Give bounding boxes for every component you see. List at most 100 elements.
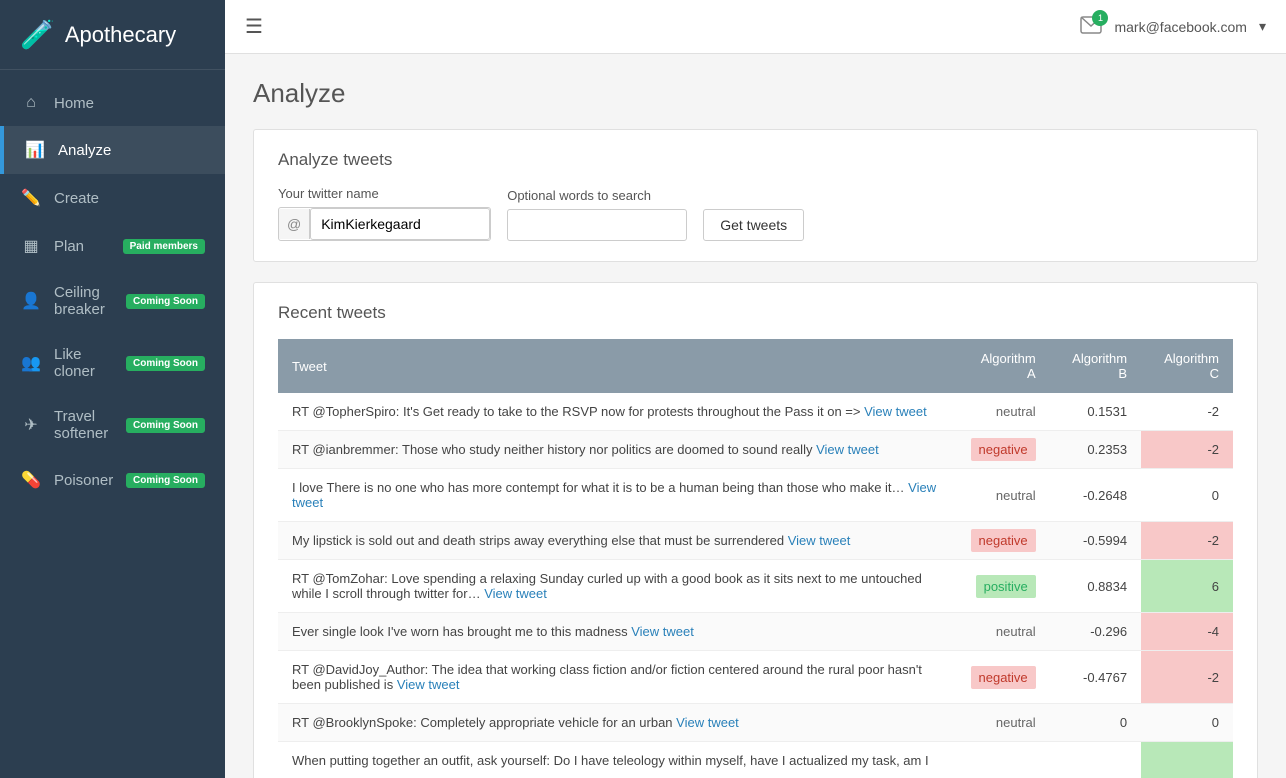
tweet-text-cell: RT @BrooklynSpoke: Completely appropriat… (278, 704, 956, 742)
view-tweet-link[interactable]: View tweet (397, 677, 460, 692)
analyze-form-row: Your twitter name @ Optional words to se… (278, 186, 1233, 241)
chevron-down-icon[interactable]: ▾ (1259, 18, 1266, 35)
alg-a-cell: neutral (956, 393, 1050, 431)
sentiment-badge: neutral (996, 715, 1036, 730)
home-icon: ⌂ (20, 94, 42, 112)
sentiment-badge: negative (971, 529, 1036, 552)
sidebar-item-poisoner[interactable]: 💊 Poisoner Coming Soon (0, 456, 225, 504)
table-row: RT @ianbremmer: Those who study neither … (278, 431, 1233, 469)
alg-a-cell: neutral (956, 469, 1050, 522)
sidebar-nav: ⌂ Home 📊 Analyze ✏️ Create ▦ Plan Paid m… (0, 70, 225, 504)
sentiment-badge: neutral (996, 624, 1036, 639)
sidebar-item-analyze[interactable]: 📊 Analyze (0, 126, 225, 174)
tweet-text-cell: I love There is no one who has more cont… (278, 469, 956, 522)
email-icon[interactable]: 1 (1080, 16, 1102, 37)
sidebar-item-plan[interactable]: ▦ Plan Paid members (0, 222, 225, 270)
alg-b-cell: -0.5994 (1050, 522, 1141, 560)
view-tweet-link[interactable]: View tweet (484, 586, 547, 601)
sidebar-item-travel-softener[interactable]: ✈ Travel softener Coming Soon (0, 394, 225, 456)
col-alg-b: Algorithm B (1050, 339, 1141, 393)
view-tweet-link[interactable]: View tweet (816, 442, 879, 457)
paid-badge: Paid members (123, 239, 205, 254)
view-tweet-link[interactable]: View tweet (676, 715, 739, 730)
sentiment-badge: neutral (996, 488, 1036, 503)
tweet-text-cell: When putting together an outfit, ask you… (278, 742, 956, 778)
alg-b-cell: -0.2648 (1050, 469, 1141, 522)
alg-c-cell: -2 (1141, 522, 1233, 560)
tweets-table-body: RT @TopherSpiro: It's Get ready to take … (278, 393, 1233, 778)
logo-text: Apothecary (65, 22, 176, 48)
coming-soon-badge: Coming Soon (126, 473, 205, 488)
view-tweet-link[interactable]: View tweet (292, 480, 936, 510)
create-icon: ✏️ (20, 188, 42, 208)
sidebar-item-label: Ceiling breaker (54, 284, 126, 318)
at-prefix: @ (279, 209, 310, 239)
alg-c-cell: 0 (1141, 469, 1233, 522)
sidebar-item-label: Like cloner (54, 346, 126, 380)
alg-c-cell: -4 (1141, 613, 1233, 651)
table-row: Ever single look I've worn has brought m… (278, 613, 1233, 651)
sidebar-item-label: Analyze (58, 142, 205, 159)
view-tweet-link[interactable]: View tweet (788, 533, 851, 548)
sidebar-item-home[interactable]: ⌂ Home (0, 80, 225, 126)
sidebar: 🧪 Apothecary ⌂ Home 📊 Analyze ✏️ Create … (0, 0, 225, 778)
alg-a-cell (956, 742, 1050, 778)
sidebar-item-create[interactable]: ✏️ Create (0, 174, 225, 222)
like-cloner-icon: 👥 (20, 353, 42, 373)
col-alg-a: Algorithm A (956, 339, 1050, 393)
sentiment-badge: neutral (996, 404, 1036, 419)
header: ☰ 1 mark@facebook.com ▾ (225, 0, 1286, 54)
alg-b-cell: 0.8834 (1050, 560, 1141, 613)
table-row: I love There is no one who has more cont… (278, 469, 1233, 522)
sentiment-badge: positive (976, 575, 1036, 598)
optional-words-input[interactable] (507, 209, 687, 241)
sidebar-item-label: Travel softener (54, 408, 126, 442)
table-row: RT @BrooklynSpoke: Completely appropriat… (278, 704, 1233, 742)
table-row: When putting together an outfit, ask you… (278, 742, 1233, 778)
tweets-table: Tweet Algorithm A Algorithm B Algorithm … (278, 339, 1233, 778)
main-area: ☰ 1 mark@facebook.com ▾ Analyze Analyze … (225, 0, 1286, 778)
twitter-input-wrapper: @ (278, 207, 491, 241)
alg-a-cell: negative (956, 522, 1050, 560)
poisoner-icon: 💊 (20, 470, 42, 490)
alg-c-cell: -2 (1141, 431, 1233, 469)
col-alg-c: Algorithm C (1141, 339, 1233, 393)
alg-b-cell: 0.1531 (1050, 393, 1141, 431)
analyze-icon: 📊 (24, 140, 46, 160)
alg-a-cell: negative (956, 431, 1050, 469)
analyze-tweets-card: Analyze tweets Your twitter name @ Optio… (253, 129, 1258, 262)
alg-a-cell: negative (956, 651, 1050, 704)
sentiment-badge: negative (971, 438, 1036, 461)
sidebar-item-label: Plan (54, 238, 123, 255)
table-row: RT @DavidJoy_Author: The idea that worki… (278, 651, 1233, 704)
user-email: mark@facebook.com (1114, 19, 1246, 35)
sidebar-item-ceiling-breaker[interactable]: 👤 Ceiling breaker Coming Soon (0, 270, 225, 332)
optional-words-label: Optional words to search (507, 188, 687, 203)
table-row: RT @TopherSpiro: It's Get ready to take … (278, 393, 1233, 431)
coming-soon-badge: Coming Soon (126, 294, 205, 309)
menu-icon[interactable]: ☰ (245, 14, 263, 39)
alg-a-cell: positive (956, 560, 1050, 613)
recent-tweets-title: Recent tweets (278, 303, 1233, 323)
view-tweet-link[interactable]: View tweet (631, 624, 694, 639)
alg-a-cell: neutral (956, 613, 1050, 651)
sidebar-item-label: Home (54, 95, 205, 112)
alg-c-cell: 0 (1141, 704, 1233, 742)
alg-b-cell (1050, 742, 1141, 778)
alg-b-cell: -0.4767 (1050, 651, 1141, 704)
alg-b-cell: -0.296 (1050, 613, 1141, 651)
sentiment-badge: negative (971, 666, 1036, 689)
col-tweet: Tweet (278, 339, 956, 393)
header-right: 1 mark@facebook.com ▾ (1080, 16, 1266, 37)
twitter-name-input[interactable] (310, 208, 490, 240)
tweet-text-cell: RT @TopherSpiro: It's Get ready to take … (278, 393, 956, 431)
get-tweets-button[interactable]: Get tweets (703, 209, 804, 241)
view-tweet-link[interactable]: View tweet (864, 404, 927, 419)
plan-icon: ▦ (20, 236, 42, 256)
ceiling-breaker-icon: 👤 (20, 291, 42, 311)
alg-c-cell: -2 (1141, 651, 1233, 704)
tweet-text-cell: RT @DavidJoy_Author: The idea that worki… (278, 651, 956, 704)
logo-icon: 🧪 (20, 18, 55, 51)
sidebar-item-like-cloner[interactable]: 👥 Like cloner Coming Soon (0, 332, 225, 394)
content-area: Analyze Analyze tweets Your twitter name… (225, 54, 1286, 778)
